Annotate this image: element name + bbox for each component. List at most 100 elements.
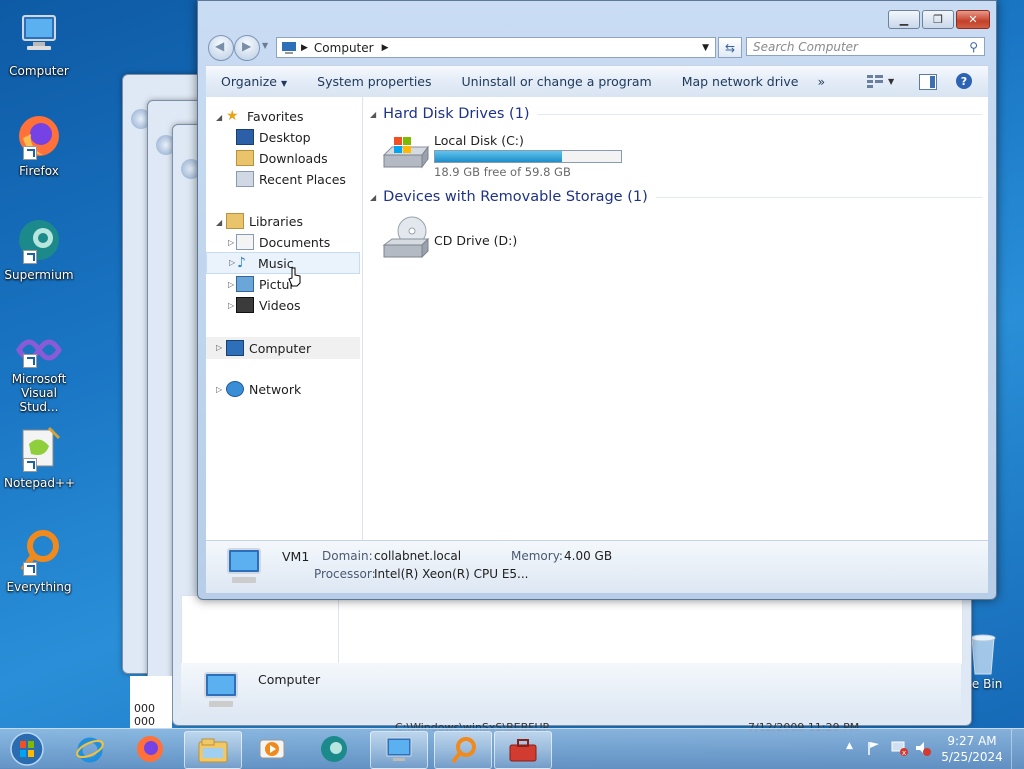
breadcrumb-arrow-icon[interactable]: ▶: [301, 43, 308, 53]
nav-label: Libraries: [249, 213, 303, 229]
search-icon[interactable]: ⚲: [969, 40, 978, 54]
preview-pane-button[interactable]: [919, 74, 937, 90]
expand-arrow-icon[interactable]: ▷: [228, 238, 234, 247]
expand-arrow-icon[interactable]: ▷: [229, 258, 235, 267]
recent-pages-icon[interactable]: ▼: [262, 41, 268, 50]
star-icon: ★: [226, 108, 239, 124]
show-desktop-button[interactable]: [1011, 729, 1024, 769]
network-status-icon[interactable]: x: [890, 740, 908, 756]
nav-network[interactable]: Network: [226, 379, 301, 399]
background-details-pane: Computer: [181, 663, 961, 719]
desktop-icon-label: Everything: [6, 580, 72, 594]
cd-drive-icon: [382, 216, 430, 259]
command-bar: Organize ▼ System properties Uninstall o…: [206, 65, 988, 98]
background-file-list: 000 000: [130, 676, 172, 728]
group-header-removable-storage[interactable]: ◢ Devices with Removable Storage (1): [370, 189, 982, 205]
minimize-button[interactable]: ▁: [888, 10, 920, 29]
group-title: Hard Disk Drives (1): [383, 106, 530, 122]
search-input[interactable]: Search Computer ⚲: [746, 37, 985, 56]
nav-music[interactable]: ▷ ♪ Music: [206, 252, 360, 274]
taskbar-remote-desktop[interactable]: [370, 731, 428, 769]
refresh-icon: ⇆: [724, 40, 736, 55]
start-button[interactable]: [0, 731, 54, 767]
taskbar-everything[interactable]: [434, 731, 492, 769]
address-dropdown-icon[interactable]: ▼: [702, 43, 709, 53]
desktop-icon-firefox[interactable]: Firefox: [4, 112, 74, 178]
expand-arrow-icon[interactable]: ▷: [216, 385, 222, 394]
maximize-button[interactable]: ❐: [922, 10, 954, 29]
svg-text:x: x: [902, 749, 906, 756]
drive-local-disk-c[interactable]: Local Disk (C:) 18.9 GB free of 59.8 GB: [382, 133, 632, 179]
documents-icon: [236, 234, 254, 250]
group-header-hard-disk-drives[interactable]: ◢ Hard Disk Drives (1): [370, 106, 982, 122]
taskbar-windows-explorer[interactable]: [184, 731, 242, 769]
breadcrumb-computer[interactable]: Computer: [314, 41, 374, 55]
collapse-arrow-icon[interactable]: ◢: [216, 218, 222, 227]
internet-explorer-icon: [76, 737, 104, 763]
clock[interactable]: 9:27 AM 5/25/2024: [936, 733, 1008, 765]
system-properties-button[interactable]: System properties: [302, 74, 446, 89]
uninstall-program-button[interactable]: Uninstall or change a program: [447, 74, 667, 89]
libraries-icon: [226, 213, 244, 229]
details-pane: VM1 Domain: collabnet.local Memory: 4.00…: [206, 540, 988, 593]
nav-favorites[interactable]: ★ Favorites: [226, 106, 303, 126]
toolbox-icon: [509, 739, 537, 762]
explorer-window[interactable]: ▁ ❐ ✕ ◀ ▶ ▼ ▶ Computer ▶ ▼ ⇆ Search Comp…: [197, 0, 997, 600]
drive-cd-d[interactable]: CD Drive (D:): [382, 215, 582, 263]
view-icon: [867, 75, 883, 88]
desktop-icon-label: Supermium: [4, 268, 74, 282]
expand-arrow-icon[interactable]: ▷: [228, 301, 234, 310]
breadcrumb-arrow-icon[interactable]: ▶: [382, 43, 389, 53]
drive-usage-bar: [434, 150, 622, 163]
network-icon: [226, 381, 244, 397]
taskbar-internet-explorer[interactable]: [62, 731, 118, 767]
minimize-icon: ▁: [899, 13, 909, 26]
refresh-button[interactable]: ⇆: [718, 37, 742, 58]
nav-computer[interactable]: ▷ Computer: [206, 337, 360, 359]
collapse-arrow-icon[interactable]: ◢: [216, 113, 222, 122]
firefox-icon: [137, 736, 163, 762]
close-button[interactable]: ✕: [956, 10, 990, 29]
desktop-icon-visual-studio[interactable]: Microsoft Visual Stud...: [4, 332, 74, 414]
content-area: ◢ ★ Favorites Desktop Downloads Recent Pl…: [206, 97, 988, 540]
back-button[interactable]: ◀: [208, 35, 234, 61]
nav-desktop[interactable]: Desktop: [236, 127, 311, 147]
volume-muted-icon[interactable]: [914, 740, 932, 756]
nav-documents[interactable]: Documents: [236, 232, 330, 252]
desktop-icon-computer[interactable]: Computer: [4, 12, 74, 78]
organize-button[interactable]: Organize ▼: [206, 74, 302, 89]
desktop-icon-label: Firefox: [19, 164, 59, 178]
forward-button[interactable]: ▶: [234, 35, 260, 61]
change-view-button[interactable]: ▼: [866, 74, 894, 88]
restore-icon: ❐: [933, 13, 943, 26]
nav-recent-places[interactable]: Recent Places: [236, 169, 346, 189]
shortcut-arrow-icon: [23, 146, 37, 160]
nav-pictures[interactable]: Pictur: [236, 274, 295, 294]
expand-arrow-icon[interactable]: ▷: [228, 280, 234, 289]
nav-downloads[interactable]: Downloads: [236, 148, 328, 168]
address-bar[interactable]: ▶ Computer ▶ ▼: [276, 37, 716, 58]
action-center-flag-icon[interactable]: [866, 740, 882, 756]
desktop-icon-everything[interactable]: Everything: [4, 528, 74, 594]
nav-libraries[interactable]: Libraries: [226, 211, 303, 231]
taskbar-firefox[interactable]: [122, 731, 178, 767]
help-button[interactable]: ?: [956, 73, 972, 89]
address-row: ◀ ▶ ▼ ▶ Computer ▶ ▼ ⇆ Search Computer ⚲: [206, 35, 988, 61]
everything-icon: [15, 528, 63, 576]
drive-free-space: 18.9 GB free of 59.8 GB: [434, 165, 571, 179]
downloads-folder-icon: [236, 150, 254, 166]
desktop-icon-supermium[interactable]: Supermium: [4, 216, 74, 282]
desktop-icon-notepadpp[interactable]: Notepad++: [4, 424, 75, 490]
taskbar-supermium[interactable]: [306, 731, 362, 767]
everything-icon: [451, 737, 476, 764]
expand-arrow-icon[interactable]: ▷: [216, 343, 222, 352]
taskbar-toolbox[interactable]: [494, 731, 552, 769]
nav-videos[interactable]: Videos: [236, 295, 301, 315]
show-hidden-icons-icon[interactable]: ▲: [846, 741, 853, 751]
map-network-drive-button[interactable]: Map network drive: [667, 74, 814, 89]
more-commands-button[interactable]: »: [813, 74, 840, 89]
taskbar-media-player[interactable]: [244, 731, 300, 767]
group-divider: [537, 113, 982, 115]
close-icon: ✕: [968, 13, 978, 26]
visual-studio-icon: [15, 332, 63, 368]
